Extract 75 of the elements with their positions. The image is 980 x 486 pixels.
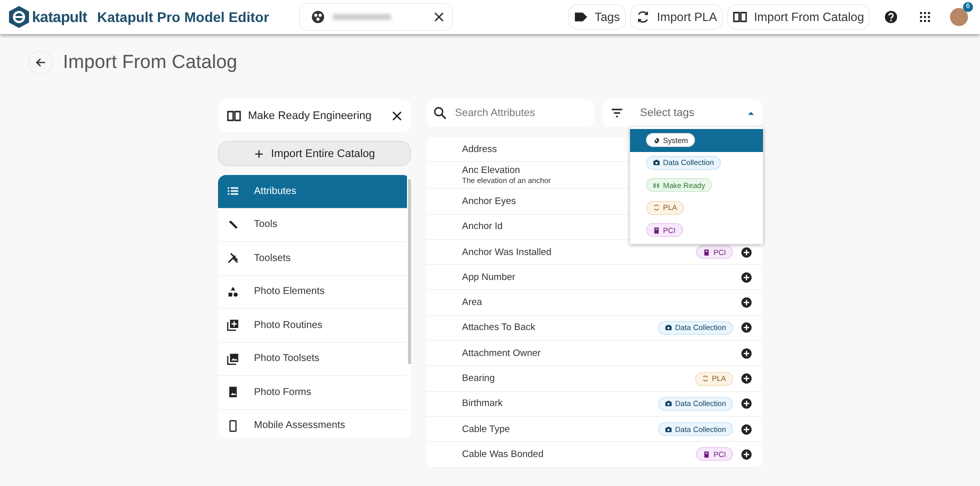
close-icon[interactable] [434, 12, 444, 22]
rotate-arrows-icon [636, 10, 650, 24]
clipboard-icon [703, 450, 710, 458]
back-button[interactable] [28, 50, 53, 75]
add-to-stack-icon [227, 319, 239, 332]
add-icon[interactable] [741, 424, 752, 435]
add-icon[interactable] [741, 373, 752, 384]
attribute-name: Anchor Id [462, 221, 503, 232]
model-tab[interactable] [299, 3, 454, 31]
filter-icon [610, 106, 624, 120]
import-entire-catalog-button[interactable]: Import Entire Catalog [218, 141, 411, 166]
nav-item[interactable]: Photo Elements [218, 276, 407, 309]
attribute-name: Area [462, 297, 482, 308]
clipboard-icon [703, 248, 710, 256]
search-icon [433, 106, 447, 120]
close-icon[interactable] [392, 110, 402, 120]
add-icon[interactable] [741, 322, 752, 334]
attribute-name: Attaches To Back [462, 322, 536, 334]
bars-icon [653, 182, 660, 189]
katapult-logo-icon [9, 6, 29, 28]
attribute-name: Anchor Was Installed [462, 246, 552, 258]
phone-icon [227, 420, 239, 432]
nav-item[interactable]: Attributes [218, 175, 407, 208]
add-icon[interactable] [741, 246, 752, 258]
book-icon [227, 108, 241, 122]
nav-item[interactable]: Toolsets [218, 242, 407, 276]
camera-icon [665, 400, 672, 408]
attribute-name: Cable Type [462, 424, 510, 435]
page-title: Import From Catalog [63, 52, 238, 74]
add-icon[interactable] [741, 398, 752, 410]
apps-grid-icon[interactable] [920, 12, 930, 22]
scrollbar[interactable] [408, 179, 411, 364]
rotate-arrows-icon [653, 204, 660, 212]
attribute-name: Birthmark [462, 398, 503, 410]
shapes-icon [227, 286, 239, 298]
camera-icon [665, 426, 672, 433]
model-icon [311, 10, 326, 24]
tag-icon [574, 10, 588, 24]
add-icon[interactable] [741, 272, 752, 283]
avatar[interactable] [950, 8, 968, 26]
attribute-name: Anchor Eyes [462, 196, 516, 207]
attribute-name: App Number [462, 272, 516, 283]
add-icon[interactable] [741, 348, 752, 359]
nav-item[interactable]: Tools [218, 208, 407, 242]
add-icon[interactable] [741, 297, 752, 308]
nav-item[interactable]: Mobile Assessments [218, 410, 407, 438]
toolbar-button[interactable]: Import PLA [630, 4, 723, 30]
gear-icon [653, 136, 660, 144]
attribute-name: Attachment Owner [462, 348, 541, 359]
nav-item[interactable]: Photo Toolsets [218, 342, 407, 376]
app-title: Katapult Pro Model Editor [97, 9, 270, 25]
arrow-left-icon [35, 57, 46, 68]
search-field[interactable]: Search Attributes [426, 99, 594, 127]
tag-select[interactable]: Select tags [602, 99, 762, 127]
rotate-arrows-icon [702, 375, 709, 382]
attribute-name: Bearing [462, 373, 495, 384]
catalog-name: Make Ready Engineering [248, 110, 372, 122]
list-icon [227, 185, 239, 198]
nav-item[interactable]: Photo Forms [218, 376, 407, 410]
camera-icon [665, 324, 672, 332]
camera-icon [653, 159, 660, 166]
image-stack-icon [227, 352, 239, 365]
brand-name: katapult [32, 8, 88, 26]
toolbar-button[interactable]: Tags [568, 4, 626, 30]
toolbar-button[interactable]: Import From Catalog [726, 4, 870, 30]
nav-item[interactable]: Photo Routines [218, 309, 407, 342]
help-icon[interactable] [884, 10, 898, 24]
attribute-name: Cable Was Bonded [462, 448, 544, 460]
plus-icon [254, 148, 264, 158]
attribute-name: Anc Elevation [462, 165, 520, 176]
picture-icon [227, 386, 239, 398]
book-icon [732, 10, 747, 24]
add-icon[interactable] [741, 448, 752, 460]
attribute-name: Address [462, 144, 497, 155]
clipboard-icon [653, 226, 660, 234]
